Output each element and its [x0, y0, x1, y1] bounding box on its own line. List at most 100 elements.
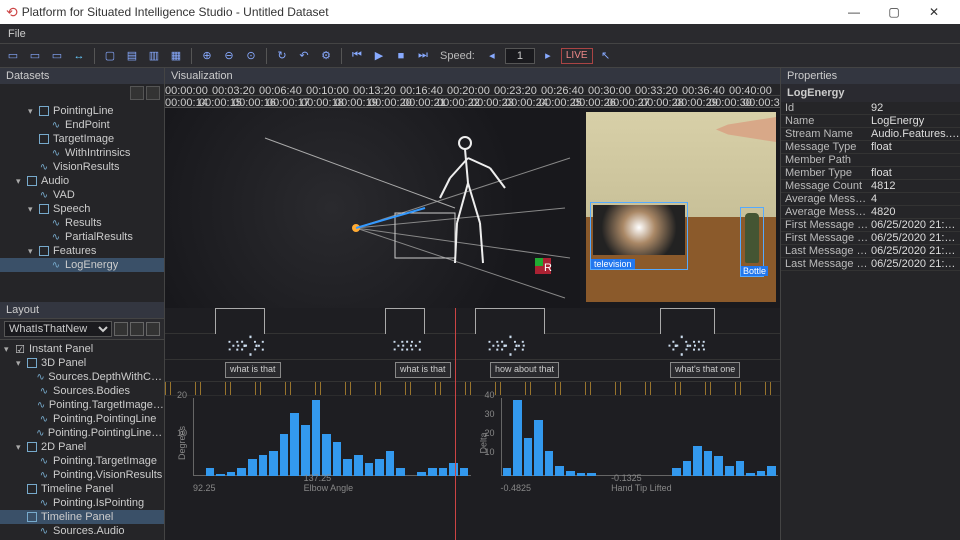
property-row[interactable]: Member Typefloat — [781, 167, 960, 180]
layout-select[interactable]: WhatIsThatNew — [4, 321, 112, 337]
minimize-button[interactable]: — — [834, 5, 874, 19]
property-row[interactable]: First Message Originati…06/25/2020 21:37… — [781, 219, 960, 232]
cursor-icon[interactable]: ↖ — [597, 47, 615, 65]
property-row[interactable]: NameLogEnergy — [781, 115, 960, 128]
close-button[interactable]: ✕ — [914, 5, 954, 19]
stop-icon[interactable]: ■ — [392, 47, 410, 65]
property-row[interactable]: Message Typefloat — [781, 141, 960, 154]
property-row[interactable]: Average Message Late…4820 — [781, 206, 960, 219]
wave-icon: ∿ — [38, 497, 50, 509]
layout4-icon[interactable]: ▦ — [167, 47, 185, 65]
playhead[interactable] — [455, 308, 456, 540]
tree-item[interactable]: ∿Pointing.VisionResults — [0, 468, 164, 482]
zoom-in-icon[interactable]: ⊕ — [198, 47, 216, 65]
layout2-icon[interactable]: ▤ — [123, 47, 141, 65]
property-row[interactable]: Message Count4812 — [781, 180, 960, 193]
refresh-icon[interactable]: ↻ — [273, 47, 291, 65]
link-icon[interactable]: ↔ — [70, 47, 88, 65]
property-row[interactable]: Last Message Creation…06/25/2020 21:38:3… — [781, 258, 960, 271]
maximize-button[interactable]: ▢ — [874, 5, 914, 19]
tree-item[interactable]: TargetImage — [0, 132, 164, 146]
tree-item[interactable]: ▾3D Panel — [0, 356, 164, 370]
speech-box[interactable]: what is that — [225, 362, 281, 378]
wave-icon: ∿ — [50, 231, 62, 243]
3d-view[interactable]: R — [165, 108, 580, 308]
toolbar: ▭ ▭ ▭ ↔ ▢ ▤ ▥ ▦ ⊕ ⊖ ⊙ ↻ ↶ ⚙ ⏮ ▶ ■ ⏭ Spee… — [0, 44, 960, 68]
chart[interactable]: Degrees92.25137.25Elbow Angle1020 — [167, 398, 471, 494]
tree-item[interactable]: ∿VisionResults — [0, 160, 164, 174]
tree-item[interactable]: ∿Sources.DepthWithCalibration — [0, 370, 164, 384]
layout-btn1-icon[interactable] — [114, 322, 128, 336]
layout1-icon[interactable]: ▢ — [101, 47, 119, 65]
tree-item[interactable]: ∿LogEnergy — [0, 258, 164, 272]
tree-item[interactable]: ∿Pointing.PointingLine — [0, 412, 164, 426]
tab-properties[interactable]: Properties — [781, 68, 960, 84]
tree-item[interactable]: ∿EndPoint — [0, 118, 164, 132]
property-row[interactable]: First Message Creation…06/25/2020 21:37:… — [781, 232, 960, 245]
tree-item[interactable]: Timeline Panel — [0, 482, 164, 496]
ruler-top[interactable]: 00:00:0000:03:2000:06:4000:10:0000:13:20… — [165, 84, 780, 96]
hash-track[interactable] — [165, 382, 780, 396]
speed-down-icon[interactable]: ◂ — [483, 47, 501, 65]
datasets-tree: ▾PointingLine∿EndPointTargetImage∿WithIn… — [0, 102, 164, 302]
property-row[interactable]: Last Message Originati…06/25/2020 21:38:… — [781, 245, 960, 258]
tree-item[interactable]: ▾Features — [0, 244, 164, 258]
tree-item[interactable]: ▾2D Panel — [0, 440, 164, 454]
tab-visualization[interactable]: Visualization — [165, 68, 780, 84]
tree-item[interactable]: ▾Speech — [0, 202, 164, 216]
speech-box[interactable]: what is that — [395, 362, 451, 378]
audio-track[interactable]: ⁙⁘⁛⁙⁙⁘⁙ ⁙⁘⁛⁙⁘⁘⁛⁙⁘⁙ — [165, 334, 780, 360]
settings-icon[interactable]: ⚙ — [317, 47, 335, 65]
property-row[interactable]: Average Message Size4 — [781, 193, 960, 206]
tree-item[interactable]: Timeline Panel — [0, 510, 164, 524]
skip-start-icon[interactable]: ⏮ — [348, 47, 366, 65]
tree-item[interactable]: ▾Audio — [0, 174, 164, 188]
camera-view[interactable]: television Bottle — [586, 112, 776, 302]
tree-item[interactable]: ∿Pointing.IsPointing — [0, 496, 164, 510]
pointing-track[interactable] — [165, 308, 780, 334]
play-icon[interactable]: ▶ — [370, 47, 388, 65]
tree-collapse-icon[interactable] — [146, 86, 160, 100]
menu-file[interactable]: File — [0, 28, 34, 40]
tree-item[interactable]: ∿Pointing.PointingLine.EndPoint — [0, 426, 164, 440]
tree-item[interactable]: ∿Pointing.TargetImage.WithInt — [0, 398, 164, 412]
layout3-icon[interactable]: ▥ — [145, 47, 163, 65]
tree-item[interactable]: ▾☑Instant Panel — [0, 342, 164, 356]
speed-up-icon[interactable]: ▸ — [539, 47, 557, 65]
tree-item[interactable]: ∿Sources.Audio — [0, 524, 164, 538]
viewport[interactable]: R television Bottle — [165, 108, 780, 308]
speech-track[interactable]: what is that what is that how about that wh… — [165, 360, 780, 382]
zoom-fit-icon[interactable]: ⊙ — [242, 47, 260, 65]
caret-icon: ▾ — [28, 246, 38, 257]
property-row[interactable]: Id92 — [781, 102, 960, 115]
tree-item[interactable]: ▾PointingLine — [0, 104, 164, 118]
property-row[interactable]: Stream NameAudio.Features.LogEne… — [781, 128, 960, 141]
wave-icon: ∿ — [36, 427, 45, 439]
speech-box[interactable]: how about that — [490, 362, 559, 378]
tab-datasets[interactable]: Datasets — [0, 68, 164, 84]
open-icon[interactable]: ▭ — [26, 47, 44, 65]
tree-item[interactable]: ∿PartialResults — [0, 230, 164, 244]
live-button[interactable]: LIVE — [561, 48, 593, 64]
ruler-zoom[interactable]: 00:00:1400:00:1500:00:1600:00:1700:00:18… — [165, 96, 780, 108]
tree-label: Sources.DepthWithCalibration — [48, 371, 164, 383]
tree-item[interactable]: ∿WithIntrinsics — [0, 146, 164, 160]
tree-item[interactable]: ∿Sources.Bodies — [0, 384, 164, 398]
speech-box[interactable]: what's that one — [670, 362, 740, 378]
zoom-out-icon[interactable]: ⊖ — [220, 47, 238, 65]
chart[interactable]: Delta-0.4825-0.1325Hand Tip Lifted102030… — [475, 398, 779, 494]
tree-item[interactable]: ∿Pointing.TargetImage — [0, 454, 164, 468]
property-row[interactable]: Member Path — [781, 154, 960, 167]
tab-layout[interactable]: Layout — [0, 302, 164, 318]
tree-item[interactable]: ∿VAD — [0, 188, 164, 202]
layout-btn2-icon[interactable] — [130, 322, 144, 336]
skip-end-icon[interactable]: ⏭ — [414, 47, 432, 65]
tree-expand-icon[interactable] — [130, 86, 144, 100]
undo-icon[interactable]: ↶ — [295, 47, 313, 65]
export-icon[interactable]: ▭ — [48, 47, 66, 65]
layout-btn3-icon[interactable] — [146, 322, 160, 336]
speed-input[interactable]: 1 — [505, 48, 535, 64]
tree-item[interactable]: ∿Results — [0, 216, 164, 230]
save-icon[interactable]: ▭ — [4, 47, 22, 65]
timeline-tracks[interactable]: ⁙⁘⁛⁙⁙⁘⁙ ⁙⁘⁛⁙⁘⁘⁛⁙⁘⁙ what is thatwhat is t… — [165, 308, 780, 540]
